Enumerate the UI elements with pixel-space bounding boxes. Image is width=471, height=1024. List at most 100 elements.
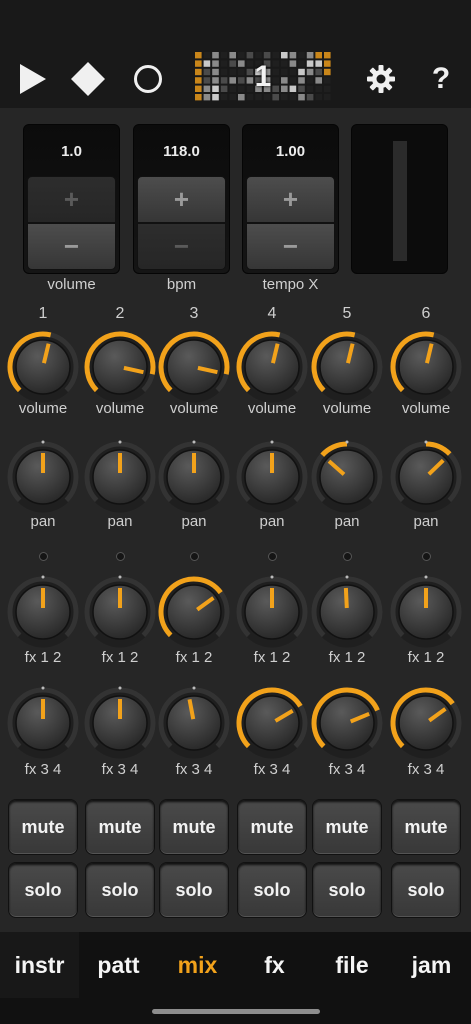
fx34-knob-label: fx 3 4 bbox=[328, 761, 366, 778]
level-meter-bar bbox=[393, 141, 407, 261]
bpm-panel-label: bpm bbox=[166, 276, 197, 293]
fx34-knob[interactable] bbox=[234, 685, 310, 761]
pattern-grid-cell bbox=[306, 60, 314, 67]
record-button[interactable] bbox=[123, 52, 173, 106]
volume-knob[interactable] bbox=[5, 329, 81, 405]
volume-knob-label: volume bbox=[95, 400, 145, 417]
volume-knob-label: volume bbox=[169, 400, 219, 417]
pattern-grid-cell bbox=[212, 77, 219, 84]
tempo-minus-button[interactable]: − bbox=[246, 223, 335, 270]
pattern-grid-cell bbox=[255, 94, 262, 101]
pattern-grid-cell bbox=[306, 85, 314, 92]
mute-button[interactable]: mute bbox=[312, 799, 382, 855]
bpm-minus-button[interactable]: − bbox=[137, 223, 226, 270]
pan-knob-label: pan bbox=[107, 513, 133, 530]
solo-button[interactable]: solo bbox=[159, 862, 229, 918]
fx12-knob[interactable] bbox=[5, 574, 81, 650]
volume-knob[interactable] bbox=[156, 329, 232, 405]
mute-button[interactable]: mute bbox=[159, 799, 229, 855]
fx34-knob[interactable] bbox=[82, 685, 158, 761]
pattern-grid-cell bbox=[238, 94, 245, 101]
pattern-grid-cell bbox=[298, 68, 305, 76]
mute-button[interactable]: mute bbox=[85, 799, 155, 855]
tempo-plus-button[interactable]: + bbox=[246, 176, 335, 223]
volume-minus-button[interactable]: − bbox=[27, 223, 116, 270]
tab-file[interactable]: file bbox=[312, 932, 392, 998]
tempo-value: 1.00 bbox=[275, 143, 306, 160]
fx12-knob-label: fx 1 2 bbox=[328, 649, 366, 666]
pattern-grid-cell bbox=[272, 94, 279, 101]
tab-instr[interactable]: instr bbox=[0, 932, 79, 998]
pattern-grid-cell bbox=[289, 85, 297, 92]
fx12-knob-label: fx 1 2 bbox=[175, 649, 213, 666]
bpm-plus-button[interactable]: + bbox=[137, 176, 226, 223]
channel-number: 2 bbox=[115, 305, 125, 322]
pattern-grid-cell bbox=[203, 94, 211, 101]
volume-knob-label: volume bbox=[247, 400, 297, 417]
fx12-knob-label: fx 1 2 bbox=[101, 649, 139, 666]
pattern-grid-cell bbox=[315, 60, 322, 67]
stop-diamond-icon bbox=[71, 62, 105, 96]
volume-knob[interactable] bbox=[309, 329, 385, 405]
fx34-knob[interactable] bbox=[156, 685, 232, 761]
pattern-grid-cell bbox=[306, 94, 314, 101]
tab-jam[interactable]: jam bbox=[392, 932, 471, 998]
fx12-knob[interactable] bbox=[156, 574, 232, 650]
fx34-knob[interactable] bbox=[5, 685, 81, 761]
mute-button[interactable]: mute bbox=[8, 799, 78, 855]
pan-knob[interactable] bbox=[82, 439, 158, 515]
channel-led bbox=[343, 552, 352, 561]
pan-knob[interactable] bbox=[388, 439, 464, 515]
stop-button[interactable] bbox=[63, 52, 113, 106]
volume-panel-label: volume bbox=[47, 276, 96, 293]
tab-mix[interactable]: mix bbox=[158, 932, 237, 998]
pattern-grid-cell bbox=[238, 52, 245, 59]
volume-plus-button[interactable]: + bbox=[27, 176, 116, 223]
pattern-grid-cell bbox=[306, 68, 314, 76]
fx34-knob[interactable] bbox=[388, 685, 464, 761]
record-circle-icon bbox=[134, 65, 162, 93]
solo-button[interactable]: solo bbox=[312, 862, 382, 918]
volume-knob[interactable] bbox=[388, 329, 464, 405]
solo-button[interactable]: solo bbox=[85, 862, 155, 918]
pattern-grid-cell bbox=[195, 77, 202, 84]
pan-knob[interactable] bbox=[5, 439, 81, 515]
pattern-grid-cell bbox=[324, 60, 331, 67]
fx34-knob[interactable] bbox=[309, 685, 385, 761]
volume-knob-label: volume bbox=[18, 400, 68, 417]
pattern-grid-cell bbox=[324, 77, 331, 84]
mute-button[interactable]: mute bbox=[391, 799, 461, 855]
tab-patt[interactable]: patt bbox=[79, 932, 158, 998]
volume-knob[interactable] bbox=[234, 329, 310, 405]
pattern-grid-cell bbox=[281, 60, 288, 67]
volume-knob[interactable] bbox=[82, 329, 158, 405]
pattern-grid-cell bbox=[281, 77, 288, 84]
pattern-grid-cell bbox=[315, 77, 322, 84]
play-icon bbox=[20, 64, 46, 94]
pattern-grid-cell bbox=[289, 77, 297, 84]
pattern-grid-cell bbox=[229, 77, 236, 84]
solo-button[interactable]: solo bbox=[391, 862, 461, 918]
pattern-grid-cell bbox=[212, 52, 219, 59]
settings-button[interactable] bbox=[356, 52, 406, 106]
gear-icon bbox=[367, 65, 395, 93]
fx12-knob[interactable] bbox=[309, 574, 385, 650]
pattern-grid-cell bbox=[229, 60, 236, 67]
pan-knob[interactable] bbox=[309, 439, 385, 515]
tab-fx[interactable]: fx bbox=[237, 932, 312, 998]
pattern-grid-cell bbox=[289, 68, 297, 76]
play-button[interactable] bbox=[8, 52, 58, 106]
pan-knob[interactable] bbox=[234, 439, 310, 515]
fx12-knob[interactable] bbox=[234, 574, 310, 650]
volume-knob-label: volume bbox=[322, 400, 372, 417]
fx12-knob[interactable] bbox=[388, 574, 464, 650]
pan-knob[interactable] bbox=[156, 439, 232, 515]
pattern-grid-cell bbox=[281, 68, 288, 76]
pan-knob-label: pan bbox=[181, 513, 207, 530]
mute-button[interactable]: mute bbox=[237, 799, 307, 855]
help-button[interactable]: ? bbox=[416, 52, 466, 106]
fx12-knob[interactable] bbox=[82, 574, 158, 650]
solo-button[interactable]: solo bbox=[237, 862, 307, 918]
solo-button[interactable]: solo bbox=[8, 862, 78, 918]
channel-led bbox=[422, 552, 431, 561]
